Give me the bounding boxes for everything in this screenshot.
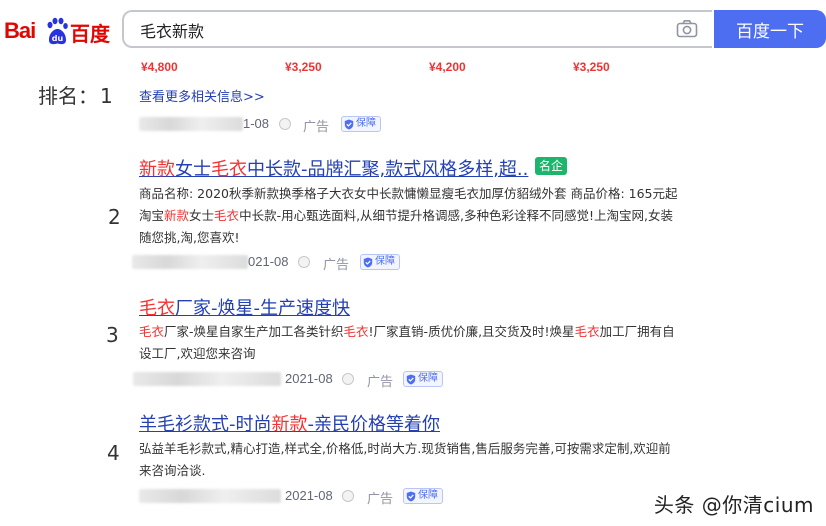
blurred-url <box>139 489 281 503</box>
search-box <box>122 10 712 48</box>
title-text: 女士 <box>175 159 211 180</box>
title-highlight: 毛衣 <box>139 298 175 319</box>
rank-number: 2 <box>108 205 121 229</box>
desc-text: 女士 <box>189 208 215 223</box>
rank-number: 1 <box>100 84 113 108</box>
guarantee-label: 保障 <box>356 118 376 129</box>
meta-date: 2021-08 <box>285 371 333 386</box>
blurred-url <box>132 255 248 269</box>
result-meta: 2021-08 广告 保障 <box>139 487 459 507</box>
title-text: 羊毛衫款式-时尚 <box>139 414 272 435</box>
result-description: 弘益羊毛衫款式,精心打造,样式全,价格低,时尚大方.现货销售,售后服务完善,可按… <box>139 438 709 482</box>
blurred-url <box>139 117 243 131</box>
info-circle-icon[interactable] <box>298 256 310 268</box>
result-meta: 021-08 广告 保障 <box>132 253 422 273</box>
desc-text: 厂家-焕星自家生产加工各类针织 <box>164 324 344 339</box>
price-1[interactable]: ¥4,800 <box>141 60 178 74</box>
title-text: -亲民价格等着你 <box>307 414 441 435</box>
title-text: 厂家-焕星-生产速度快 <box>175 298 350 319</box>
desc-text: 中长款-用心甄选面料,从细节提升格调感,多种色彩诠释不同感觉!上淘宝网,女装 <box>239 208 674 223</box>
desc-highlight: 毛衣 <box>139 324 165 339</box>
price-2[interactable]: ¥3,250 <box>285 60 322 74</box>
ad-label[interactable]: 广告 <box>367 371 393 390</box>
desc-line: 随您挑,淘,您喜欢! <box>139 230 240 245</box>
guarantee-label: 保障 <box>375 256 395 267</box>
result-description: 商品名称: 2020秋季新款换季格子大衣女中长款慵懒显瘦毛衣加厚仿貂绒外套 商品… <box>139 183 709 249</box>
guarantee-label: 保障 <box>418 490 438 501</box>
guarantee-label: 保障 <box>418 373 438 384</box>
shield-check-icon <box>363 257 373 267</box>
guarantee-badge[interactable]: 保障 <box>341 116 381 132</box>
logo-text-cn: 百度 <box>70 22 110 46</box>
desc-text: !厂家直销-质优价廉,且交货及时!焕星 <box>368 324 575 339</box>
desc-highlight: 毛衣 <box>343 324 369 339</box>
baidu-logo[interactable]: Bai du 百度 <box>4 14 110 48</box>
search-input[interactable] <box>138 18 662 42</box>
ad-label[interactable]: 广告 <box>367 488 393 507</box>
info-circle-icon[interactable] <box>279 118 291 130</box>
desc-line: 淘宝新款女士毛衣中长款-用心甄选面料,从细节提升格调感,多种色彩诠释不同感觉!上… <box>139 205 709 227</box>
camera-icon[interactable] <box>676 19 698 39</box>
result-meta: 1-08 广告 保障 <box>139 115 399 135</box>
result-title-link[interactable]: 毛衣厂家-焕星-生产速度快 <box>139 294 350 320</box>
search-button[interactable]: 百度一下 <box>714 10 826 48</box>
guarantee-badge[interactable]: 保障 <box>403 371 443 387</box>
rank-number: 4 <box>107 441 120 465</box>
shield-check-icon <box>344 119 354 129</box>
meta-date: 1-08 <box>243 116 270 131</box>
guarantee-badge[interactable]: 保障 <box>403 488 443 504</box>
desc-line: 设工厂,欢迎您来咨询 <box>139 346 256 361</box>
more-info-link[interactable]: 查看更多相关信息>> <box>139 86 265 105</box>
meta-date: 021-08 <box>248 254 289 269</box>
desc-highlight: 新款 <box>164 208 190 223</box>
baidu-paw-icon: du <box>47 17 68 45</box>
rank-label: 排名： <box>38 84 98 108</box>
desc-text: 加工厂拥有自 <box>599 324 675 339</box>
desc-line: 来咨询洽谈. <box>139 463 206 478</box>
desc-highlight: 毛衣 <box>214 208 240 223</box>
shield-check-icon <box>406 374 416 384</box>
meta-date: 2021-08 <box>285 488 333 503</box>
guarantee-badge[interactable]: 保障 <box>360 254 400 270</box>
desc-line: 毛衣厂家-焕星自家生产加工各类针织毛衣!厂家直销-质优价廉,且交货及时!焕星毛衣… <box>139 321 709 343</box>
title-highlight: 新款 <box>271 414 308 435</box>
desc-line: 商品名称: 2020秋季新款换季格子大衣女中长款慵懒显瘦毛衣加厚仿貂绒外套 商品… <box>139 186 678 201</box>
result-meta: 2021-08 广告 保障 <box>133 370 453 390</box>
rank-number: 3 <box>106 323 119 347</box>
svg-text:du: du <box>52 34 64 43</box>
title-highlight: 新款 <box>139 159 175 180</box>
title-highlight: 毛衣 <box>211 159 247 180</box>
desc-line: 弘益羊毛衫款式,精心打造,样式全,价格低,时尚大方.现货销售,售后服务完善,可按… <box>139 441 671 456</box>
ad-label[interactable]: 广告 <box>303 116 329 135</box>
logo-text-en: Bai <box>4 18 36 43</box>
price-4[interactable]: ¥3,250 <box>573 60 610 74</box>
result-title-link[interactable]: 新款女士毛衣中长款-品牌汇聚,款式风格多样,超.. <box>139 155 528 181</box>
info-circle-icon[interactable] <box>342 373 354 385</box>
shield-check-icon <box>406 491 416 501</box>
desc-text: 淘宝 <box>139 208 165 223</box>
ad-label[interactable]: 广告 <box>323 254 349 273</box>
title-text: 中长款-品牌汇聚,款式风格多样,超.. <box>247 159 529 180</box>
info-circle-icon[interactable] <box>342 490 354 502</box>
result-description: 毛衣厂家-焕星自家生产加工各类针织毛衣!厂家直销-质优价廉,且交货及时!焕星毛衣… <box>139 321 709 365</box>
watermark-text: 头条 @你清cium <box>653 493 814 517</box>
blurred-url <box>133 372 281 386</box>
price-3[interactable]: ¥4,200 <box>429 60 466 74</box>
result-title-link[interactable]: 羊毛衫款式-时尚新款-亲民价格等着你 <box>139 410 440 436</box>
desc-highlight: 毛衣 <box>574 324 600 339</box>
verified-company-badge[interactable]: 名企 <box>535 157 568 175</box>
